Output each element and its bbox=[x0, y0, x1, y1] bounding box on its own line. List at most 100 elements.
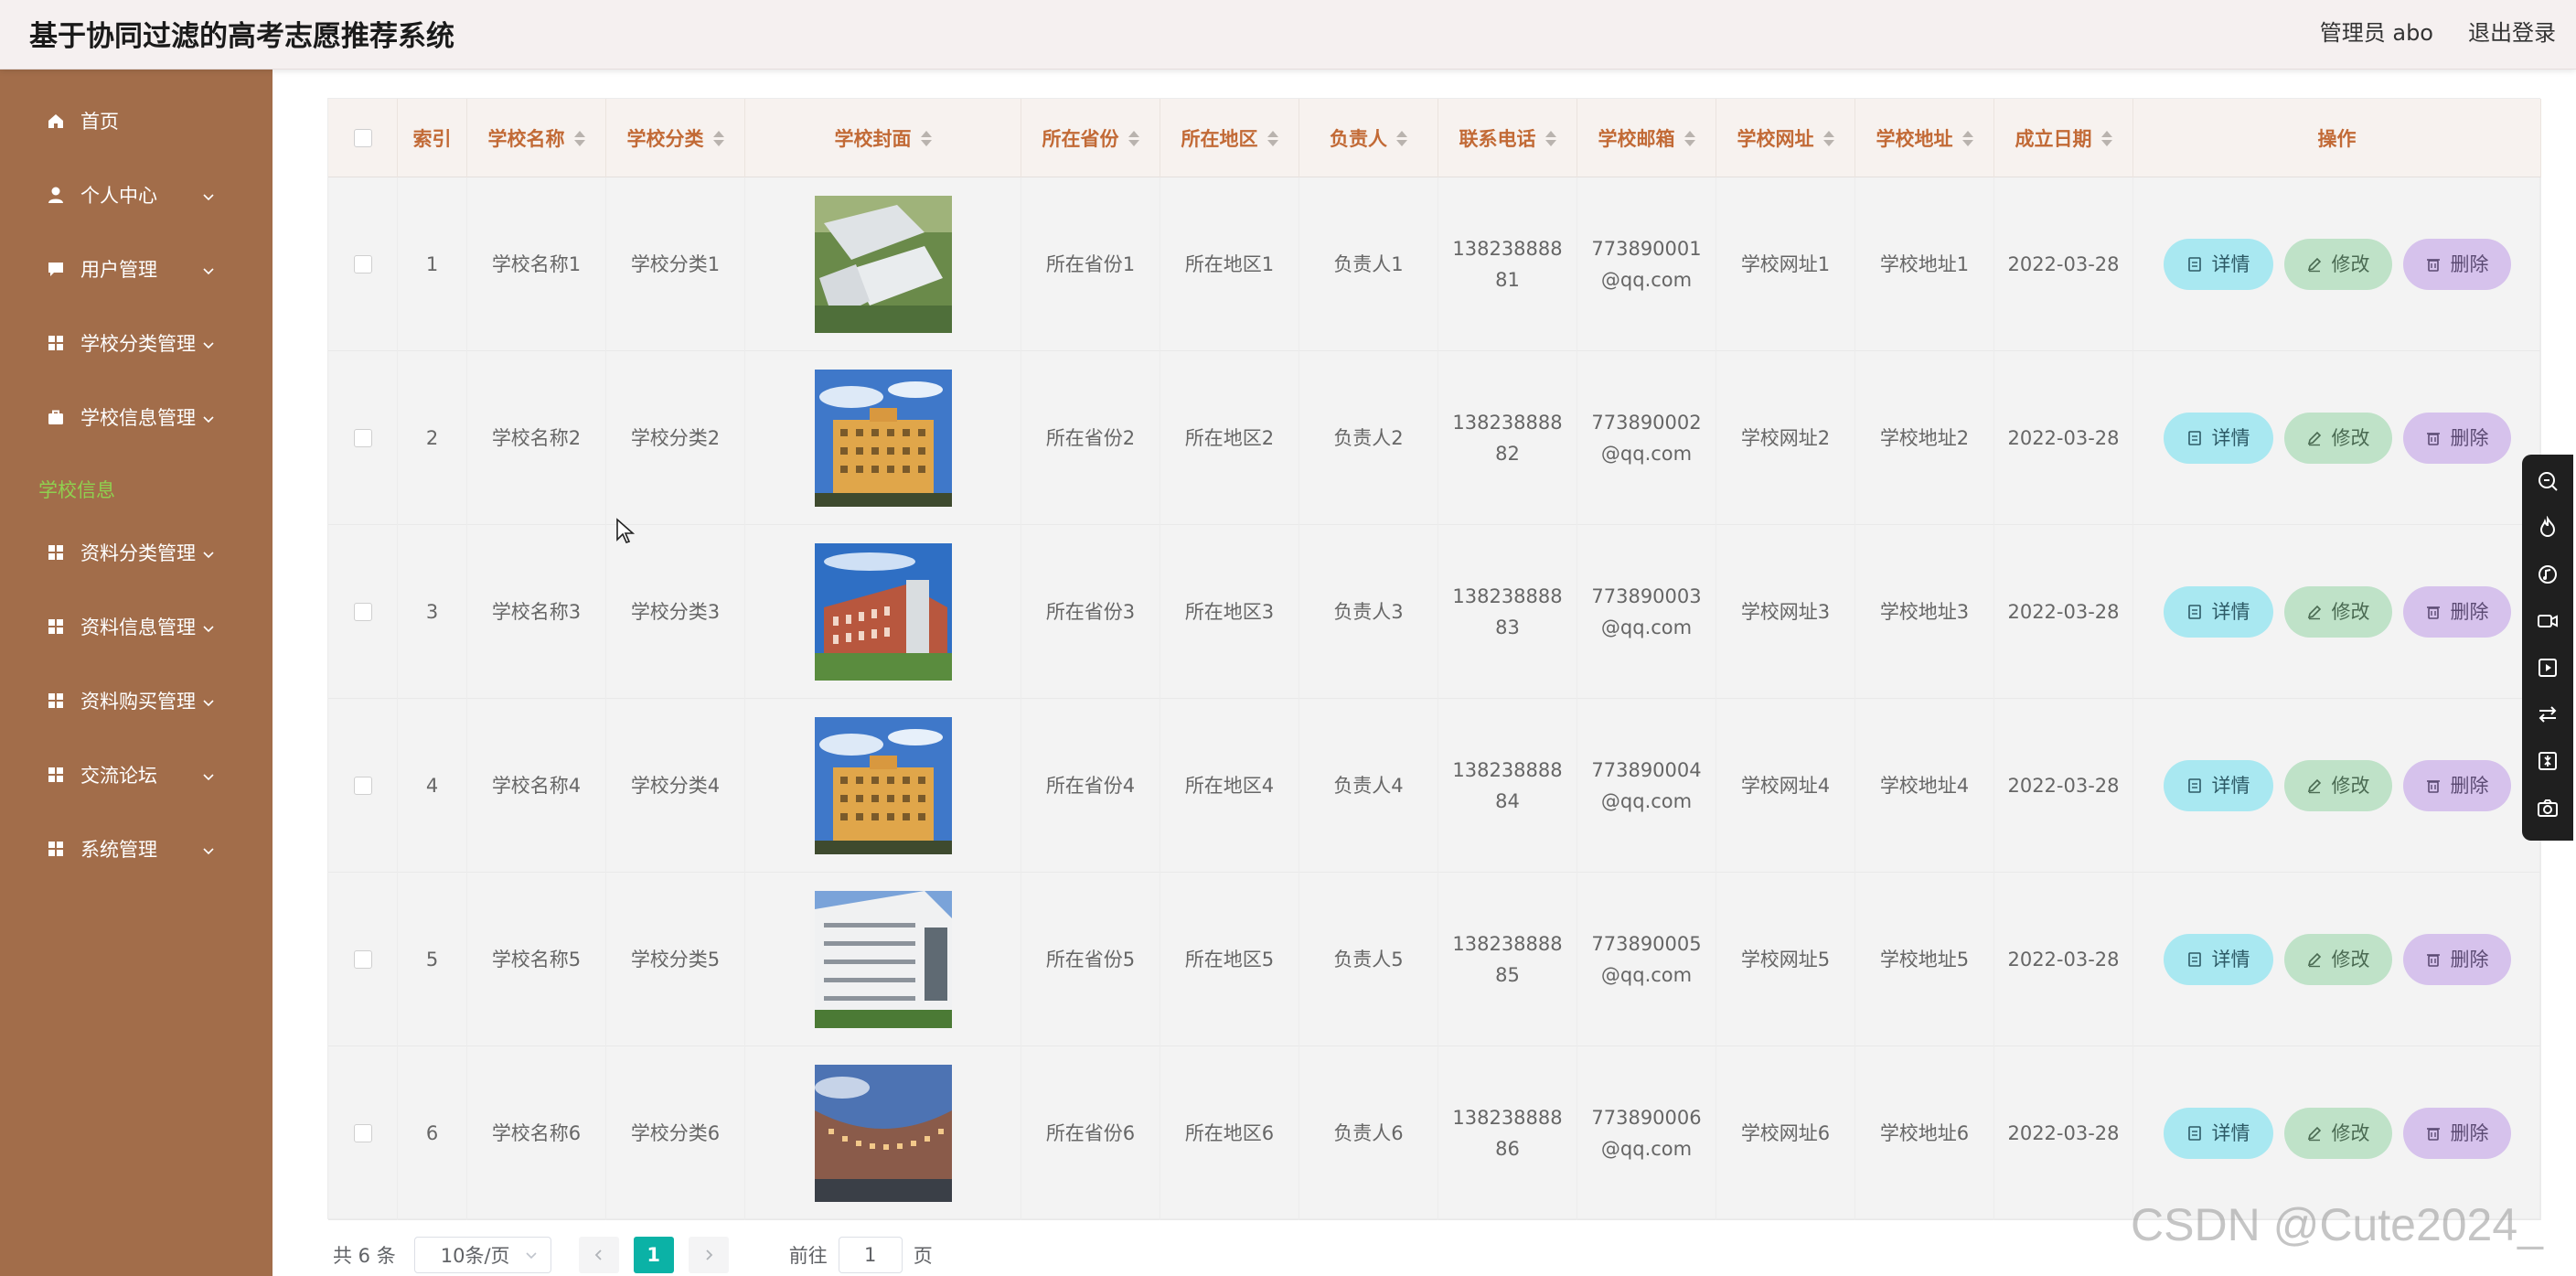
column-header-2[interactable]: 学校分类 bbox=[606, 99, 745, 177]
sort-caret-icon[interactable] bbox=[1396, 130, 1407, 146]
row-checkbox[interactable] bbox=[353, 255, 372, 273]
sidebar-item-6[interactable]: 资料信息管理 bbox=[0, 595, 273, 659]
sort-caret-icon[interactable] bbox=[1128, 130, 1139, 146]
table-cell-school-name: 学校名称6 bbox=[467, 1046, 606, 1220]
edit-button[interactable]: 修改 bbox=[2283, 934, 2392, 985]
logout-link[interactable]: 退出登录 bbox=[2468, 15, 2556, 47]
sidebar-item-8[interactable]: 交流论坛 bbox=[0, 743, 273, 807]
row-checkbox[interactable] bbox=[353, 1124, 372, 1142]
detail-button[interactable]: 详情 bbox=[2163, 239, 2273, 290]
detail-button[interactable]: 详情 bbox=[2163, 413, 2273, 464]
row-checkbox[interactable] bbox=[353, 777, 372, 795]
phone-line-1: 138238888 bbox=[1452, 1107, 1563, 1129]
column-header-4[interactable]: 所在省份 bbox=[1021, 99, 1160, 177]
column-header-9[interactable]: 学校网址 bbox=[1716, 99, 1855, 177]
sidebar-item-0[interactable]: 首页 bbox=[0, 89, 273, 153]
edit-button[interactable]: 修改 bbox=[2283, 239, 2392, 290]
delete-button[interactable]: 删除 bbox=[2402, 1108, 2511, 1159]
school-cover-image[interactable] bbox=[814, 717, 952, 854]
table-cell-actions: 详情 修改 删除 bbox=[2133, 1046, 2541, 1220]
video-record-icon[interactable] bbox=[2534, 607, 2561, 634]
music-note-icon[interactable] bbox=[2534, 561, 2561, 587]
column-header-6[interactable]: 负责人 bbox=[1299, 99, 1438, 177]
edit-button[interactable]: 修改 bbox=[2283, 1108, 2392, 1159]
table-cell-person: 负责人1 bbox=[1299, 177, 1438, 351]
sidebar-submenu-school-info[interactable]: 学校信息 bbox=[38, 472, 240, 509]
pagination-total: 共 6 条 bbox=[333, 1245, 396, 1267]
sidebar-item-1[interactable]: 个人中心 bbox=[0, 163, 273, 227]
zoom-search-icon[interactable] bbox=[2534, 467, 2561, 494]
sidebar-item-4[interactable]: 学校信息管理 bbox=[0, 385, 273, 449]
column-header-10[interactable]: 学校地址 bbox=[1855, 99, 1994, 177]
province: 所在省份2 bbox=[1045, 427, 1136, 449]
row-checkbox[interactable] bbox=[353, 603, 372, 621]
column-header-3[interactable]: 学校封面 bbox=[745, 99, 1021, 177]
school-cover-image[interactable] bbox=[814, 370, 952, 507]
delete-button[interactable]: 删除 bbox=[2402, 413, 2511, 464]
swap-arrows-icon[interactable] bbox=[2534, 701, 2561, 727]
table-cell-index: 4 bbox=[398, 699, 467, 873]
edit-button[interactable]: 修改 bbox=[2283, 586, 2392, 638]
prev-page-button[interactable] bbox=[578, 1237, 619, 1273]
sort-caret-icon[interactable] bbox=[920, 130, 932, 146]
delete-button[interactable]: 删除 bbox=[2402, 760, 2511, 811]
sort-caret-icon[interactable] bbox=[1683, 130, 1695, 146]
fire-icon[interactable] bbox=[2534, 514, 2561, 541]
page-unit-label: 页 bbox=[913, 1245, 933, 1267]
row-checkbox[interactable] bbox=[353, 429, 372, 447]
delete-button[interactable]: 删除 bbox=[2402, 934, 2511, 985]
detail-button[interactable]: 详情 bbox=[2163, 1108, 2273, 1159]
play-window-icon[interactable] bbox=[2534, 654, 2561, 681]
row-checkbox[interactable] bbox=[353, 950, 372, 969]
camera-icon[interactable] bbox=[2534, 794, 2561, 820]
sort-caret-icon[interactable] bbox=[1267, 130, 1278, 146]
school-cover-image[interactable] bbox=[814, 891, 952, 1028]
user-label: 管理员 abo bbox=[2319, 20, 2433, 46]
sort-caret-icon[interactable] bbox=[1961, 130, 1973, 146]
sort-caret-icon[interactable] bbox=[1545, 130, 1556, 146]
column-header-7[interactable]: 联系电话 bbox=[1438, 99, 1577, 177]
sort-caret-icon[interactable] bbox=[1822, 130, 1834, 146]
school-address: 学校地址1 bbox=[1879, 253, 1970, 275]
sort-caret-icon[interactable] bbox=[2100, 130, 2112, 146]
school-cover-image[interactable] bbox=[814, 1065, 952, 1202]
table-cell-select bbox=[328, 351, 398, 525]
sidebar-item-2[interactable]: 用户管理 bbox=[0, 237, 273, 301]
detail-button[interactable]: 详情 bbox=[2163, 586, 2273, 638]
page-size-select[interactable]: 10条/页 bbox=[413, 1237, 551, 1273]
column-header-1[interactable]: 学校名称 bbox=[467, 99, 606, 177]
sidebar-item-9[interactable]: 系统管理 bbox=[0, 817, 273, 881]
compress-icon[interactable] bbox=[2534, 747, 2561, 774]
sort-caret-icon[interactable] bbox=[573, 130, 585, 146]
column-header-5[interactable]: 所在地区 bbox=[1160, 99, 1299, 177]
sidebar-item-7[interactable]: 资料购买管理 bbox=[0, 669, 273, 733]
trash-icon bbox=[2425, 604, 2442, 620]
sidebar-item-3[interactable]: 学校分类管理 bbox=[0, 311, 273, 375]
school-cover-image[interactable] bbox=[814, 196, 952, 333]
detail-button[interactable]: 详情 bbox=[2163, 760, 2273, 811]
goto-page-input[interactable]: 1 bbox=[838, 1237, 903, 1273]
delete-label: 删除 bbox=[2450, 253, 2489, 275]
table-row: 4 学校名称4 学校分类4 所在省份4 所在地区4 负责人4 138238888 84 7738… bbox=[328, 699, 2541, 873]
page-number-current[interactable]: 1 bbox=[633, 1237, 674, 1273]
table-header: 索引 学校名称 学校分类 学校封面 所在省份 所在地区 负责人 联系电话 学校邮箱 学校网址 学校地… bbox=[328, 99, 2541, 177]
table-cell-school-category: 学校分类2 bbox=[606, 351, 745, 525]
detail-button[interactable]: 详情 bbox=[2163, 934, 2273, 985]
edit-button[interactable]: 修改 bbox=[2283, 760, 2392, 811]
next-page-button[interactable] bbox=[688, 1237, 729, 1273]
column-header-8[interactable]: 学校邮箱 bbox=[1577, 99, 1716, 177]
select-all-checkbox[interactable] bbox=[353, 129, 372, 147]
school-cover-image[interactable] bbox=[814, 543, 952, 681]
column-header-label: 学校名称 bbox=[487, 128, 565, 150]
sidebar-item-5[interactable]: 资料分类管理 bbox=[0, 520, 273, 584]
delete-button[interactable]: 删除 bbox=[2402, 239, 2511, 290]
delete-button[interactable]: 删除 bbox=[2402, 586, 2511, 638]
table-cell-region: 所在地区2 bbox=[1160, 351, 1299, 525]
column-header-11[interactable]: 成立日期 bbox=[1994, 99, 2133, 177]
edit-button[interactable]: 修改 bbox=[2283, 413, 2392, 464]
pencil-icon bbox=[2306, 777, 2323, 794]
row-index: 2 bbox=[425, 427, 439, 449]
chevron-right-icon bbox=[706, 1249, 712, 1260]
trash-icon bbox=[2425, 256, 2442, 273]
sort-caret-icon[interactable] bbox=[712, 130, 724, 146]
